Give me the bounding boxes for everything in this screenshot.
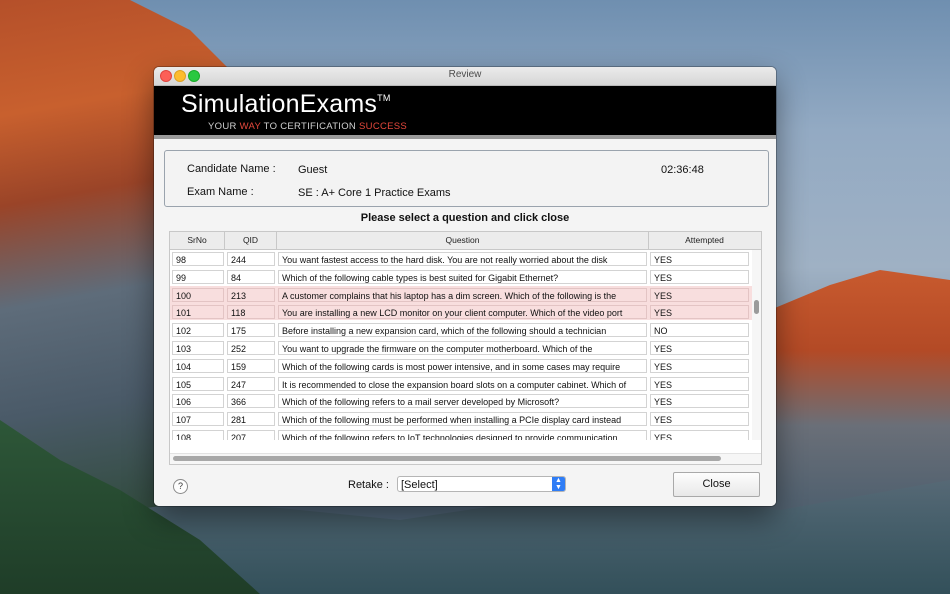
exam-name-label: Exam Name : xyxy=(187,186,254,198)
cell-qid[interactable]: 118 xyxy=(227,305,275,320)
cell-srno[interactable]: 103 xyxy=(172,341,224,355)
cell-qid[interactable]: 281 xyxy=(227,412,275,427)
cell-attempted[interactable]: YES xyxy=(650,394,749,409)
retake-select-value: [Select] xyxy=(401,479,438,491)
cell-question[interactable]: You are installing a new LCD monitor on … xyxy=(278,305,647,320)
cell-attempted[interactable]: YES xyxy=(650,252,749,266)
retake-label: Retake : xyxy=(348,479,389,491)
cell-srno[interactable]: 107 xyxy=(172,412,224,427)
cell-srno[interactable]: 98 xyxy=(172,252,224,266)
table-row[interactable]: 101 118 You are installing a new LCD monit… xyxy=(170,303,752,321)
vertical-scroll-thumb[interactable] xyxy=(754,300,759,314)
cell-attempted[interactable]: YES xyxy=(650,430,749,440)
candidate-info-panel: Candidate Name : Guest 02:36:48 Exam Nam… xyxy=(164,150,769,207)
brand-logo: SimulationExamsTM xyxy=(181,90,391,118)
cell-srno[interactable]: 102 xyxy=(172,323,224,338)
table-row[interactable]: 106 366 Which of the following refers to a… xyxy=(170,392,752,409)
cell-qid[interactable]: 244 xyxy=(227,252,275,266)
table-row[interactable]: 104 159 Which of the following cards is mo… xyxy=(170,357,752,374)
cell-attempted[interactable]: YES xyxy=(650,341,749,355)
cell-question[interactable]: You want fastest access to the hard disk… xyxy=(278,252,647,266)
cell-srno[interactable]: 105 xyxy=(172,376,224,391)
cell-attempted[interactable]: YES xyxy=(650,287,749,302)
cell-qid[interactable]: 159 xyxy=(227,358,275,373)
column-header-srno[interactable]: SrNo xyxy=(170,232,225,249)
cell-attempted[interactable]: YES xyxy=(650,358,749,373)
horizontal-scrollbar[interactable] xyxy=(170,453,761,464)
cell-question[interactable]: Which of the following cable types is be… xyxy=(278,269,647,284)
cell-question[interactable]: Which of the following must be performed… xyxy=(278,412,647,427)
candidate-name-value: Guest xyxy=(298,164,328,176)
question-table: SrNo QID Question Attempted 98 244 You wan… xyxy=(169,231,762,465)
cell-question[interactable]: A customer complains that his laptop has… xyxy=(278,287,647,302)
cell-qid[interactable]: 366 xyxy=(227,394,275,409)
cell-srno[interactable]: 106 xyxy=(172,394,224,409)
brand-tagline: YOUR WAY TO CERTIFICATION SUCCESS xyxy=(208,121,408,132)
cell-attempted[interactable]: YES xyxy=(650,305,749,320)
column-header-attempted[interactable]: Attempted xyxy=(649,232,760,249)
instruction-text: Please select a question and click close xyxy=(360,212,570,224)
cell-question[interactable]: You want to upgrade the firmware on the … xyxy=(278,341,647,355)
exam-timer: 02:36:48 xyxy=(661,164,704,176)
cell-srno[interactable]: 108 xyxy=(172,430,224,440)
table-row[interactable]: 100 213 A customer complains that his lapt… xyxy=(170,285,752,303)
cell-qid[interactable]: 213 xyxy=(227,287,275,302)
cell-attempted[interactable]: YES xyxy=(650,412,749,427)
column-header-question[interactable]: Question xyxy=(277,232,649,249)
cell-question[interactable]: Which of the following refers to a mail … xyxy=(278,394,647,409)
cell-srno[interactable]: 99 xyxy=(172,269,224,284)
cell-question[interactable]: Which of the following cards is most pow… xyxy=(278,358,647,373)
brand-banner: SimulationExamsTM YOUR WAY TO CERTIFICAT… xyxy=(154,86,776,139)
candidate-name-label: Candidate Name : xyxy=(187,163,276,175)
horizontal-scroll-thumb[interactable] xyxy=(173,456,721,461)
column-header-qid[interactable]: QID xyxy=(225,232,277,249)
review-window: Review SimulationExamsTM YOUR WAY TO CER… xyxy=(154,67,776,506)
cell-srno[interactable]: 104 xyxy=(172,358,224,373)
table-row[interactable]: 105 247 It is recommended to close the exp… xyxy=(170,375,752,392)
exam-name-value: SE : A+ Core 1 Practice Exams xyxy=(298,187,451,199)
cell-qid[interactable]: 247 xyxy=(227,376,275,391)
cell-srno[interactable]: 101 xyxy=(172,305,224,320)
table-row[interactable]: 98 244 You want fastest access to the hard… xyxy=(170,250,752,267)
close-button[interactable]: Close xyxy=(673,472,760,497)
cell-attempted[interactable]: YES xyxy=(650,376,749,391)
table-row[interactable]: 102 175 Before installing a new expansion … xyxy=(170,321,752,338)
window-title: Review xyxy=(448,69,482,80)
cell-question[interactable]: Which of the following refers to IoT tec… xyxy=(278,430,647,440)
cell-qid[interactable]: 207 xyxy=(227,430,275,440)
window-titlebar[interactable]: Review xyxy=(154,67,776,86)
table-header: SrNo QID Question Attempted xyxy=(170,232,761,250)
table-row[interactable]: 103 252 You want to upgrade the firmware o… xyxy=(170,339,752,356)
cell-qid[interactable]: 252 xyxy=(227,341,275,355)
help-button[interactable]: ? xyxy=(173,479,188,494)
cell-qid[interactable]: 175 xyxy=(227,323,275,338)
retake-select[interactable]: [Select] ▲ ▼ xyxy=(397,476,566,492)
table-row[interactable]: 99 84 Which of the following cable types i… xyxy=(170,268,752,285)
table-row[interactable]: 108 207 Which of the following refers to I… xyxy=(170,428,752,440)
cell-attempted[interactable]: NO xyxy=(650,323,749,338)
cell-qid[interactable]: 84 xyxy=(227,269,275,284)
cell-question[interactable]: Before installing a new expansion card, … xyxy=(278,323,647,338)
table-row[interactable]: 107 281 Which of the following must be per… xyxy=(170,410,752,427)
cell-attempted[interactable]: YES xyxy=(650,269,749,284)
cell-srno[interactable]: 100 xyxy=(172,287,224,302)
cell-question[interactable]: It is recommended to close the expansion… xyxy=(278,376,647,391)
table-body: 98 244 You want fastest access to the hard… xyxy=(170,250,752,440)
review-content: Candidate Name : Guest 02:36:48 Exam Nam… xyxy=(154,139,776,506)
select-arrows-icon: ▲ ▼ xyxy=(552,477,565,491)
vertical-scrollbar[interactable] xyxy=(752,250,761,440)
